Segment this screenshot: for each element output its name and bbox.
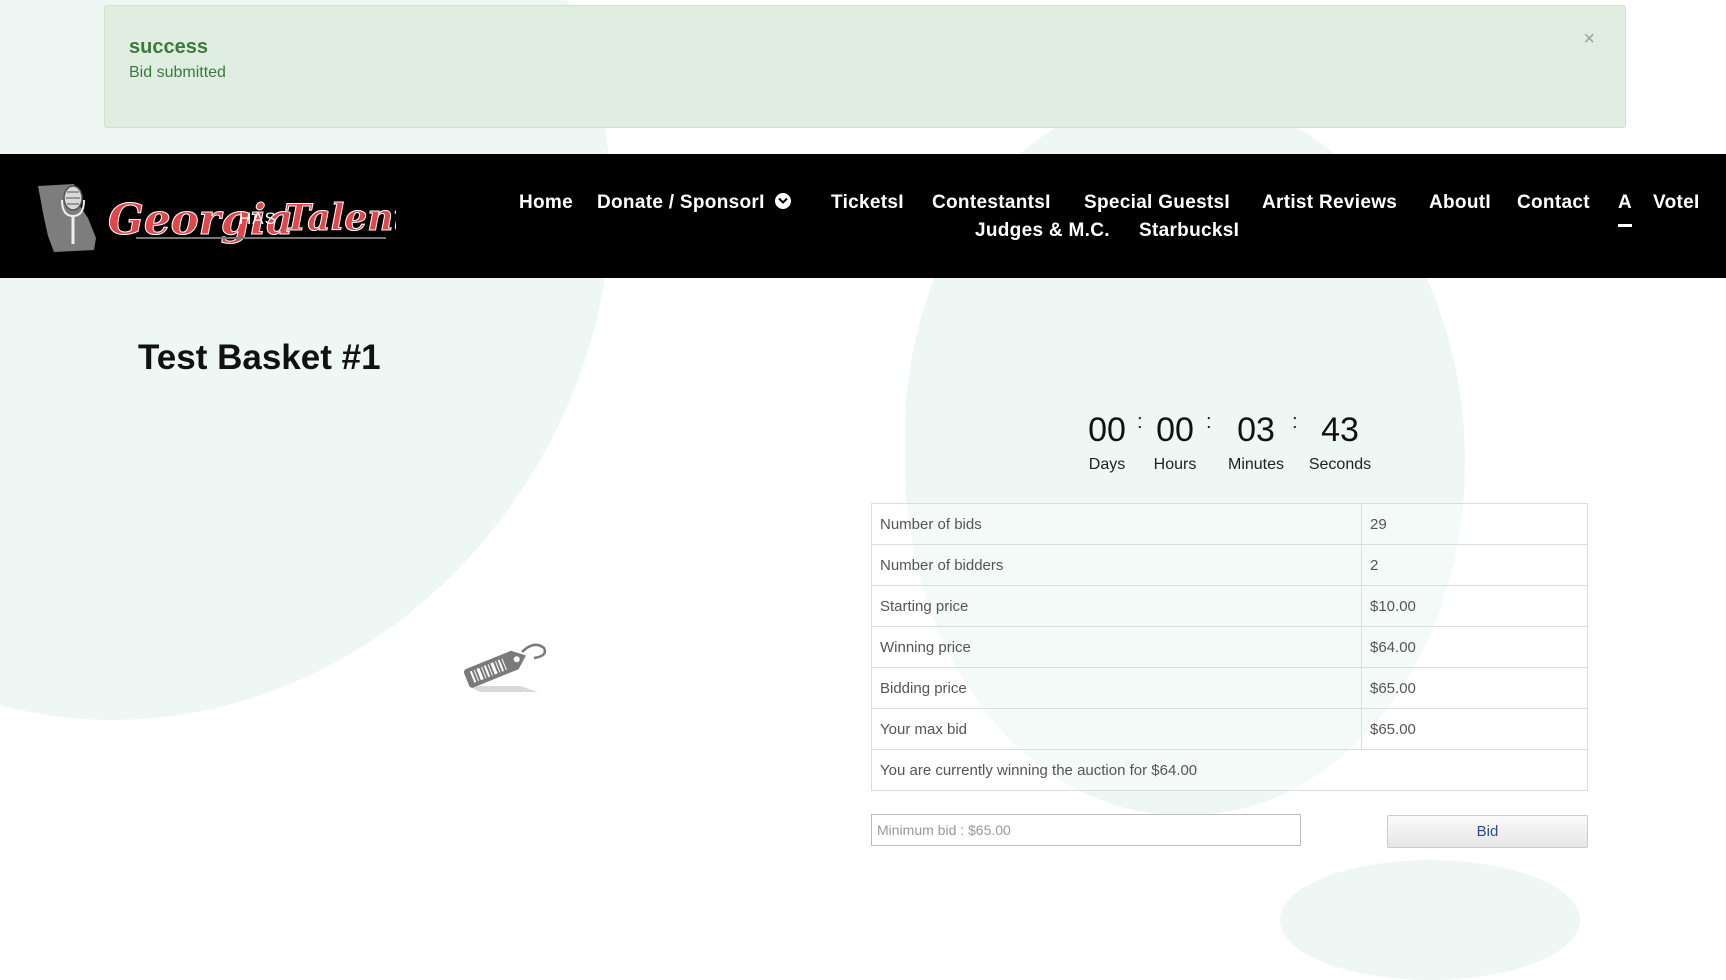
- row-value: 29: [1361, 503, 1588, 545]
- nav-about[interactable]: AboutI: [1429, 192, 1491, 214]
- row-value: $65.00: [1361, 667, 1588, 709]
- active-indicator: [1618, 224, 1632, 227]
- nav-judges-mc[interactable]: Judges & M.C.: [975, 220, 1110, 242]
- table-row: You are currently winning the auction fo…: [871, 749, 1588, 791]
- countdown-seconds: 43 Seconds: [1304, 411, 1376, 474]
- auction-info-table: Number of bids 29 Number of bidders 2 St…: [871, 503, 1588, 791]
- countdown-days: 00 Days: [1082, 411, 1132, 474]
- countdown-minutes-value: 03: [1237, 411, 1275, 449]
- chevron-down-icon[interactable]: [774, 192, 791, 209]
- price-tag-icon: [463, 643, 547, 692]
- nav-artist-reviews[interactable]: Artist Reviews: [1262, 192, 1397, 214]
- site-logo[interactable]: Georgia HAS Talent: [36, 178, 396, 256]
- row-value: $65.00: [1361, 708, 1588, 750]
- nav-contact[interactable]: Contact: [1517, 192, 1590, 214]
- table-row: Winning price $64.00: [871, 626, 1588, 668]
- countdown-hours-label: Hours: [1153, 456, 1197, 473]
- nav-donate-sponsor[interactable]: Donate / SponsorI: [597, 192, 791, 214]
- table-row: Number of bids 29: [871, 503, 1588, 545]
- success-alert: success Bid submitted ×: [104, 5, 1626, 128]
- countdown-hours: 00 Hours: [1150, 411, 1200, 474]
- bid-amount-input[interactable]: [871, 814, 1301, 846]
- row-value: 2: [1361, 544, 1588, 586]
- close-icon[interactable]: ×: [1583, 28, 1595, 51]
- row-label: Your max bid: [871, 708, 1362, 750]
- countdown-seconds-label: Seconds: [1308, 456, 1372, 473]
- row-value: $10.00: [1361, 585, 1588, 627]
- page-title: Test Basket #1: [138, 338, 381, 377]
- countdown-hours-value: 00: [1156, 411, 1194, 449]
- nav-donate-sponsor-label: Donate / SponsorI: [597, 192, 765, 213]
- table-row: Bidding price $65.00: [871, 667, 1588, 709]
- table-row: Number of bidders 2: [871, 544, 1588, 586]
- row-label: Starting price: [871, 585, 1362, 627]
- nav-special-guests[interactable]: Special GuestsI: [1084, 192, 1230, 214]
- countdown-days-label: Days: [1088, 456, 1126, 473]
- auction-status: You are currently winning the auction fo…: [871, 749, 1588, 791]
- countdown-separator: :: [1292, 411, 1298, 433]
- nav-a[interactable]: A: [1618, 192, 1632, 214]
- countdown-days-value: 00: [1088, 411, 1126, 449]
- nav-vote[interactable]: VoteI: [1653, 192, 1700, 214]
- background-shape: [1280, 860, 1580, 980]
- nav-contestants[interactable]: ContestantsI: [932, 192, 1051, 214]
- countdown-seconds-value: 43: [1321, 411, 1359, 449]
- alert-message: Bid submitted: [129, 64, 226, 81]
- countdown-minutes: 03 Minutes: [1220, 411, 1292, 474]
- row-label: Number of bids: [871, 503, 1362, 545]
- alert-title: success: [129, 36, 208, 58]
- bid-button[interactable]: Bid: [1387, 815, 1588, 848]
- row-value: $64.00: [1361, 626, 1588, 668]
- countdown-separator: :: [1206, 411, 1212, 433]
- row-label: Number of bidders: [871, 544, 1362, 586]
- table-row: Starting price $10.00: [871, 585, 1588, 627]
- background-shape: [0, 0, 741, 855]
- countdown-minutes-label: Minutes: [1227, 456, 1285, 473]
- nav-tickets[interactable]: TicketsI: [831, 192, 904, 214]
- logo-text-talent: Talent: [284, 197, 396, 239]
- logo-text-has: HAS: [239, 209, 277, 228]
- row-label: Bidding price: [871, 667, 1362, 709]
- table-row: Your max bid $65.00: [871, 708, 1588, 750]
- countdown-separator: :: [1137, 411, 1143, 433]
- nav-starbucks[interactable]: StarbucksI: [1139, 220, 1239, 242]
- main-navbar: Georgia HAS Talent Home Donate / Sponsor…: [0, 154, 1726, 278]
- nav-home[interactable]: Home: [519, 192, 573, 214]
- row-label: Winning price: [871, 626, 1362, 668]
